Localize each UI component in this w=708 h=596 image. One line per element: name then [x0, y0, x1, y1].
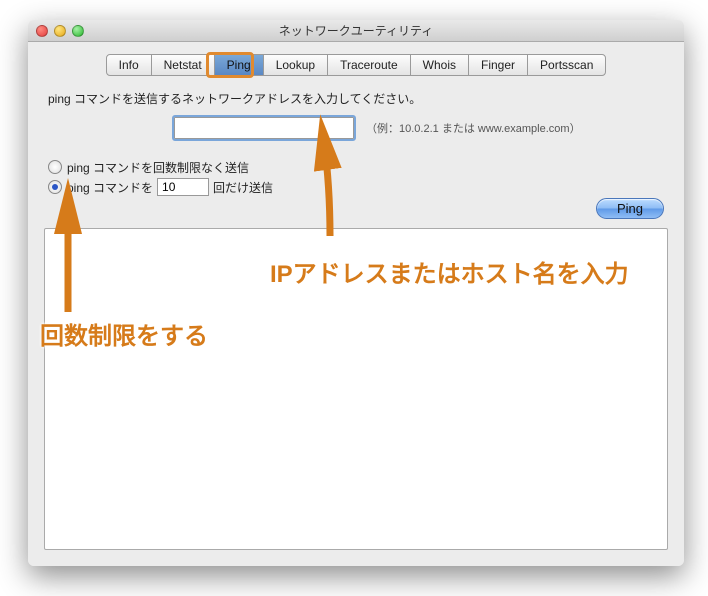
address-input[interactable] — [174, 117, 354, 139]
radio-unlimited-label: ping コマンドを回数制限なく送信 — [67, 159, 249, 176]
close-icon[interactable] — [36, 25, 48, 37]
ping-button[interactable]: Ping — [596, 198, 664, 219]
address-hint: （例：10.0.2.1 または www.example.com） — [366, 120, 581, 136]
minimize-icon[interactable] — [54, 25, 66, 37]
app-window: ネットワークユーティリティ Info Netstat Ping Lookup T… — [28, 20, 684, 566]
tab-portsscan[interactable]: Portsscan — [527, 54, 606, 76]
radio-limited[interactable] — [48, 180, 62, 194]
tab-whois[interactable]: Whois — [410, 54, 469, 76]
window-title: ネットワークユーティリティ — [28, 22, 684, 39]
tab-ping[interactable]: Ping — [214, 54, 264, 76]
radio-limited-suffix: 回だけ送信 — [213, 179, 273, 196]
content-area: Info Netstat Ping Lookup Traceroute Whoi… — [28, 42, 684, 566]
titlebar: ネットワークユーティリティ — [28, 20, 684, 42]
radio-unlimited[interactable] — [48, 160, 62, 174]
radio-limited-prefix: ping コマンドを — [67, 179, 153, 196]
tab-bar: Info Netstat Ping Lookup Traceroute Whoi… — [44, 54, 668, 76]
tab-lookup[interactable]: Lookup — [263, 54, 328, 76]
zoom-icon[interactable] — [72, 25, 84, 37]
tab-finger[interactable]: Finger — [468, 54, 528, 76]
count-input[interactable] — [157, 178, 209, 196]
tab-traceroute[interactable]: Traceroute — [327, 54, 411, 76]
output-area[interactable] — [44, 228, 668, 550]
tab-info[interactable]: Info — [106, 54, 152, 76]
tab-netstat[interactable]: Netstat — [151, 54, 215, 76]
instruction-text: ping コマンドを送信するネットワークアドレスを入力してください。 — [48, 90, 668, 107]
